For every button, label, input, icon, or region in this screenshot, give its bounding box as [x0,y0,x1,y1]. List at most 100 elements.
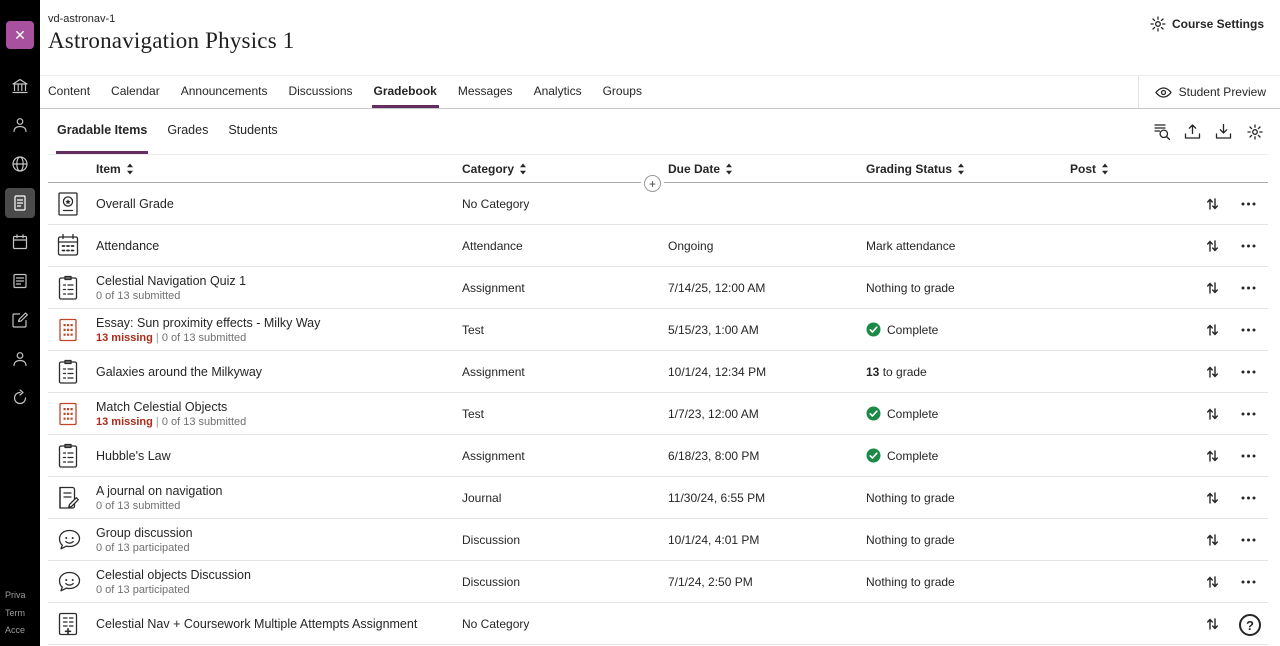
item-title: Celestial objects Discussion [96,568,462,582]
item-cell[interactable]: Attendance [96,239,462,253]
course-settings-button[interactable]: Course Settings [1150,13,1264,32]
status-text: 13 to grade [866,365,927,379]
table-row[interactable]: Match Celestial Objects13 missing | 0 of… [48,393,1268,435]
row-menu-button[interactable] [1235,401,1261,427]
reorder-handle[interactable] [1199,611,1225,637]
item-cell[interactable]: Match Celestial Objects13 missing | 0 of… [96,400,462,428]
gradebook-settings-icon[interactable] [1241,118,1268,145]
table-row[interactable]: Attendance Attendance Ongoing Mark atten… [48,225,1268,267]
table-row[interactable]: Celestial Navigation Quiz 10 of 13 submi… [48,267,1268,309]
reorder-handle[interactable] [1199,401,1225,427]
reorder-handle[interactable] [1199,359,1225,385]
column-header-item[interactable]: Item [96,162,462,176]
grading-status-cell[interactable]: Nothing to grade [866,533,1070,547]
institution-icon[interactable] [5,71,35,101]
row-menu-button[interactable] [1235,317,1261,343]
signout-icon[interactable] [5,383,35,413]
organizations-icon[interactable] [5,149,35,179]
grades-icon[interactable] [5,188,35,218]
table-row[interactable]: Hubble's Law Assignment 6/18/23, 8:00 PM… [48,435,1268,477]
reorder-handle[interactable] [1199,569,1225,595]
calendar-icon[interactable] [5,227,35,257]
profile-icon[interactable] [5,110,35,140]
directory-icon[interactable] [5,344,35,374]
footer-link-term[interactable]: Term [5,605,40,623]
item-cell[interactable]: Galaxies around the Milkyway [96,365,462,379]
add-item-button[interactable]: + [644,175,661,192]
row-menu-button[interactable] [1235,275,1261,301]
item-cell[interactable]: Essay: Sun proximity effects - Milky Way… [96,316,462,344]
item-cell[interactable]: Celestial Navigation Quiz 10 of 13 submi… [96,274,462,302]
column-header-grading-status[interactable]: Grading Status [866,162,1070,176]
row-menu-button[interactable] [1235,569,1261,595]
grading-status-cell[interactable]: Nothing to grade [866,575,1070,589]
column-header-category[interactable]: Category [462,162,668,176]
table-row[interactable]: A journal on navigation0 of 13 submitted… [48,477,1268,519]
search-items-icon[interactable] [1148,118,1175,145]
gradebook-tab-grades[interactable]: Grades [166,109,209,154]
item-cell[interactable]: A journal on navigation0 of 13 submitted [96,484,462,512]
marking-icon[interactable] [5,305,35,335]
help-button[interactable]: ? [1239,614,1261,636]
missing-count: 13 missing [96,332,153,344]
table-row[interactable]: Celestial objects Discussion0 of 13 part… [48,561,1268,603]
gradebook-tab-students[interactable]: Students [227,109,278,154]
tab-announcements[interactable]: Announcements [179,76,270,108]
table-row[interactable]: Celestial Nav + Coursework Multiple Atte… [48,603,1268,645]
column-header-due-date[interactable]: Due Date [668,162,866,176]
item-cell[interactable]: Celestial objects Discussion0 of 13 part… [96,568,462,596]
reorder-handle[interactable] [1199,443,1225,469]
grading-status-cell[interactable]: Complete [866,322,1070,337]
row-menu-button[interactable] [1235,485,1261,511]
footer-link-acce[interactable]: Acce [5,622,40,640]
row-menu-button[interactable] [1235,191,1261,217]
row-menu-button[interactable] [1235,443,1261,469]
reorder-handle[interactable] [1199,191,1225,217]
tab-calendar[interactable]: Calendar [109,76,162,108]
table-row[interactable]: Essay: Sun proximity effects - Milky Way… [48,309,1268,351]
tab-content[interactable]: Content [46,76,92,108]
gradebook-tab-gradable-items[interactable]: Gradable Items [56,109,148,154]
row-menu-button[interactable] [1235,359,1261,385]
due-date-cell: 1/7/23, 12:00 AM [668,407,866,421]
item-cell[interactable]: Celestial Nav + Coursework Multiple Atte… [96,617,462,631]
tab-gradebook[interactable]: Gradebook [372,76,439,108]
test-icon [56,317,80,343]
tab-groups[interactable]: Groups [601,76,644,108]
tab-messages[interactable]: Messages [456,76,515,108]
table-row[interactable]: Group discussion0 of 13 participated Dis… [48,519,1268,561]
student-preview-icon [1155,86,1172,99]
tab-analytics[interactable]: Analytics [532,76,584,108]
row-menu-button[interactable] [1235,527,1261,553]
grading-status-cell[interactable]: Complete [866,406,1070,421]
item-subtitle: 13 missing | 0 of 13 submitted [96,416,462,428]
student-preview-button[interactable]: Student Preview [1138,76,1280,108]
reorder-handle[interactable] [1199,233,1225,259]
item-cell[interactable]: Group discussion0 of 13 participated [96,526,462,554]
grading-status-cell[interactable]: Nothing to grade [866,281,1070,295]
reorder-handle[interactable] [1199,317,1225,343]
grading-status-cell[interactable]: Nothing to grade [866,491,1070,505]
download-gradebook-icon[interactable] [1210,118,1237,145]
grading-status-cell[interactable]: 13 to grade [866,365,1070,379]
upload-gradebook-icon[interactable] [1179,118,1206,145]
tab-discussions[interactable]: Discussions [286,76,354,108]
close-course-button[interactable]: ✕ [6,21,34,49]
item-cell[interactable]: Overall Grade [96,197,462,211]
due-date-cell: 7/1/24, 2:50 PM [668,575,866,589]
column-header-post[interactable]: Post [1070,162,1196,176]
reorder-handle[interactable] [1199,527,1225,553]
item-cell[interactable]: Hubble's Law [96,449,462,463]
global-nav-sidebar: ✕ PrivaTermAcce [0,0,40,646]
table-row[interactable]: Galaxies around the Milkyway Assignment … [48,351,1268,393]
gradebook-table: ItemCategoryDue DateGrading StatusPost +… [48,154,1268,646]
row-menu-button[interactable] [1235,233,1261,259]
footer-link-priva[interactable]: Priva [5,587,40,605]
grading-status-cell[interactable]: Complete [866,448,1070,463]
item-title: Group discussion [96,526,462,540]
reorder-handle[interactable] [1199,275,1225,301]
reorder-handle[interactable] [1199,485,1225,511]
grading-status-cell[interactable]: Mark attendance [866,239,1070,253]
category-cell: No Category [462,197,668,211]
activity-icon[interactable] [5,266,35,296]
